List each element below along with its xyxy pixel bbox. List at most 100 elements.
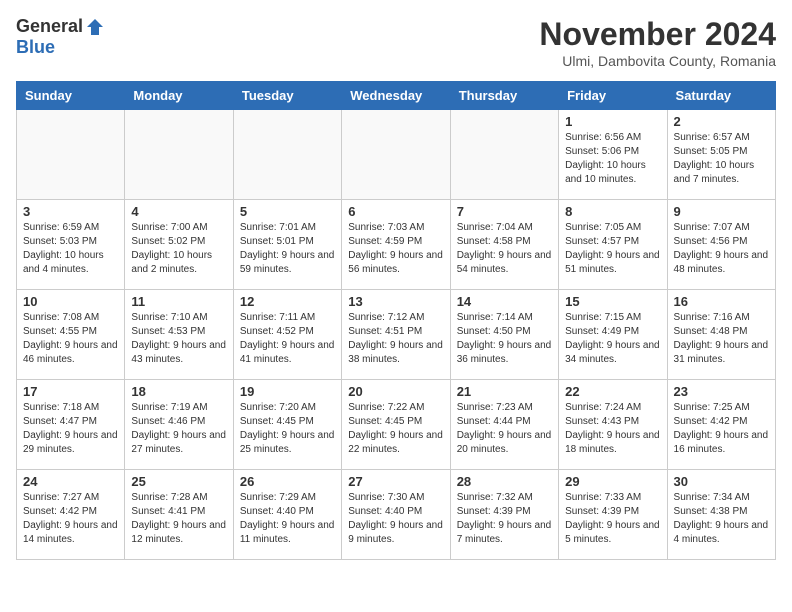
day-number: 4 [131,204,226,219]
calendar-day-cell: 6 Sunrise: 7:03 AM Sunset: 4:59 PM Daylig… [342,200,450,290]
calendar-day-header: Friday [559,82,667,110]
calendar-day-cell [233,110,341,200]
calendar-day-cell: 15 Sunrise: 7:15 AM Sunset: 4:49 PM Dayli… [559,290,667,380]
day-info: Sunrise: 6:56 AM Sunset: 5:06 PM Dayligh… [565,131,660,187]
day-info: Sunrise: 7:05 AM Sunset: 4:57 PM Dayligh… [565,221,660,277]
day-info: Sunrise: 7:19 AM Sunset: 4:46 PM Dayligh… [131,401,226,457]
calendar-week-row: 10 Sunrise: 7:08 AM Sunset: 4:55 PM Dayli… [17,290,776,380]
day-number: 11 [131,294,226,309]
day-info: Sunrise: 7:32 AM Sunset: 4:39 PM Dayligh… [457,491,552,547]
logo-general-text: General [16,16,83,37]
day-info: Sunrise: 7:01 AM Sunset: 5:01 PM Dayligh… [240,221,335,277]
day-info: Sunrise: 7:15 AM Sunset: 4:49 PM Dayligh… [565,311,660,367]
calendar-day-cell: 14 Sunrise: 7:14 AM Sunset: 4:50 PM Dayli… [450,290,558,380]
day-number: 2 [674,114,769,129]
calendar-week-row: 1 Sunrise: 6:56 AM Sunset: 5:06 PM Daylig… [17,110,776,200]
day-number: 16 [674,294,769,309]
day-info: Sunrise: 7:08 AM Sunset: 4:55 PM Dayligh… [23,311,118,367]
day-info: Sunrise: 7:34 AM Sunset: 4:38 PM Dayligh… [674,491,769,547]
day-info: Sunrise: 7:12 AM Sunset: 4:51 PM Dayligh… [348,311,443,367]
day-info: Sunrise: 7:04 AM Sunset: 4:58 PM Dayligh… [457,221,552,277]
day-number: 12 [240,294,335,309]
logo: General Blue [16,16,105,58]
calendar-day-cell: 27Sunrise: 7:30 AM Sunset: 4:40 PM Dayli… [342,470,450,560]
calendar-day-cell: 19 Sunrise: 7:20 AM Sunset: 4:45 PM Dayli… [233,380,341,470]
day-number: 23 [674,384,769,399]
calendar-day-cell: 11Sunrise: 7:10 AM Sunset: 4:53 PM Dayli… [125,290,233,380]
day-info: Sunrise: 7:27 AM Sunset: 4:42 PM Dayligh… [23,491,118,547]
calendar-day-cell: 18 Sunrise: 7:19 AM Sunset: 4:46 PM Dayli… [125,380,233,470]
day-number: 8 [565,204,660,219]
calendar-day-cell: 12 Sunrise: 7:11 AM Sunset: 4:52 PM Dayli… [233,290,341,380]
day-number: 14 [457,294,552,309]
calendar-day-cell: 4Sunrise: 7:00 AM Sunset: 5:02 PM Daylig… [125,200,233,290]
title-area: November 2024 Ulmi, Dambovita County, Ro… [539,16,776,69]
calendar-day-cell: 23 Sunrise: 7:25 AM Sunset: 4:42 PM Dayli… [667,380,775,470]
page-header: General Blue November 2024 Ulmi, Dambovi… [16,16,776,69]
calendar-day-cell: 5 Sunrise: 7:01 AM Sunset: 5:01 PM Daylig… [233,200,341,290]
day-number: 1 [565,114,660,129]
calendar-day-header: Wednesday [342,82,450,110]
calendar-day-cell: 1 Sunrise: 6:56 AM Sunset: 5:06 PM Daylig… [559,110,667,200]
calendar-week-row: 3Sunrise: 6:59 AM Sunset: 5:03 PM Daylig… [17,200,776,290]
logo-icon [85,17,105,37]
day-number: 27 [348,474,443,489]
logo-blue-text: Blue [16,37,55,58]
day-info: Sunrise: 7:28 AM Sunset: 4:41 PM Dayligh… [131,491,226,547]
calendar-day-cell: 16 Sunrise: 7:16 AM Sunset: 4:48 PM Dayli… [667,290,775,380]
day-number: 5 [240,204,335,219]
calendar-day-cell [450,110,558,200]
day-number: 7 [457,204,552,219]
day-number: 22 [565,384,660,399]
calendar-day-header: Saturday [667,82,775,110]
day-number: 21 [457,384,552,399]
calendar-day-header: Tuesday [233,82,341,110]
calendar-day-cell [17,110,125,200]
calendar-day-cell: 29 Sunrise: 7:33 AM Sunset: 4:39 PM Dayli… [559,470,667,560]
calendar-day-cell: 9 Sunrise: 7:07 AM Sunset: 4:56 PM Daylig… [667,200,775,290]
day-number: 10 [23,294,118,309]
day-info: Sunrise: 7:16 AM Sunset: 4:48 PM Dayligh… [674,311,769,367]
day-number: 26 [240,474,335,489]
calendar-day-cell: 24 Sunrise: 7:27 AM Sunset: 4:42 PM Dayli… [17,470,125,560]
day-number: 25 [131,474,226,489]
day-info: Sunrise: 7:03 AM Sunset: 4:59 PM Dayligh… [348,221,443,277]
calendar-day-cell: 25 Sunrise: 7:28 AM Sunset: 4:41 PM Dayli… [125,470,233,560]
day-number: 17 [23,384,118,399]
day-number: 29 [565,474,660,489]
day-info: Sunrise: 7:29 AM Sunset: 4:40 PM Dayligh… [240,491,335,547]
calendar-day-cell [125,110,233,200]
calendar-day-cell: 30 Sunrise: 7:34 AM Sunset: 4:38 PM Dayli… [667,470,775,560]
calendar-day-cell: 17 Sunrise: 7:18 AM Sunset: 4:47 PM Dayli… [17,380,125,470]
day-info: Sunrise: 7:33 AM Sunset: 4:39 PM Dayligh… [565,491,660,547]
day-info: Sunrise: 7:07 AM Sunset: 4:56 PM Dayligh… [674,221,769,277]
calendar-day-cell: 22 Sunrise: 7:24 AM Sunset: 4:43 PM Dayli… [559,380,667,470]
day-info: Sunrise: 7:25 AM Sunset: 4:42 PM Dayligh… [674,401,769,457]
day-number: 20 [348,384,443,399]
day-info: Sunrise: 7:11 AM Sunset: 4:52 PM Dayligh… [240,311,335,367]
day-number: 18 [131,384,226,399]
calendar-day-header: Thursday [450,82,558,110]
calendar-day-cell: 28Sunrise: 7:32 AM Sunset: 4:39 PM Dayli… [450,470,558,560]
day-number: 9 [674,204,769,219]
day-number: 3 [23,204,118,219]
calendar-day-cell: 21Sunrise: 7:23 AM Sunset: 4:44 PM Dayli… [450,380,558,470]
calendar-header-row: SundayMondayTuesdayWednesdayThursdayFrid… [17,82,776,110]
day-info: Sunrise: 7:24 AM Sunset: 4:43 PM Dayligh… [565,401,660,457]
calendar-day-cell: 8 Sunrise: 7:05 AM Sunset: 4:57 PM Daylig… [559,200,667,290]
month-title: November 2024 [539,16,776,53]
day-info: Sunrise: 7:18 AM Sunset: 4:47 PM Dayligh… [23,401,118,457]
day-number: 24 [23,474,118,489]
day-number: 15 [565,294,660,309]
day-number: 19 [240,384,335,399]
day-number: 6 [348,204,443,219]
day-number: 30 [674,474,769,489]
calendar-day-cell: 3Sunrise: 6:59 AM Sunset: 5:03 PM Daylig… [17,200,125,290]
day-info: Sunrise: 7:20 AM Sunset: 4:45 PM Dayligh… [240,401,335,457]
day-info: Sunrise: 6:57 AM Sunset: 5:05 PM Dayligh… [674,131,769,187]
day-info: Sunrise: 7:14 AM Sunset: 4:50 PM Dayligh… [457,311,552,367]
calendar-day-cell: 10 Sunrise: 7:08 AM Sunset: 4:55 PM Dayli… [17,290,125,380]
calendar-week-row: 17 Sunrise: 7:18 AM Sunset: 4:47 PM Dayli… [17,380,776,470]
calendar-week-row: 24 Sunrise: 7:27 AM Sunset: 4:42 PM Dayli… [17,470,776,560]
calendar-day-cell [342,110,450,200]
